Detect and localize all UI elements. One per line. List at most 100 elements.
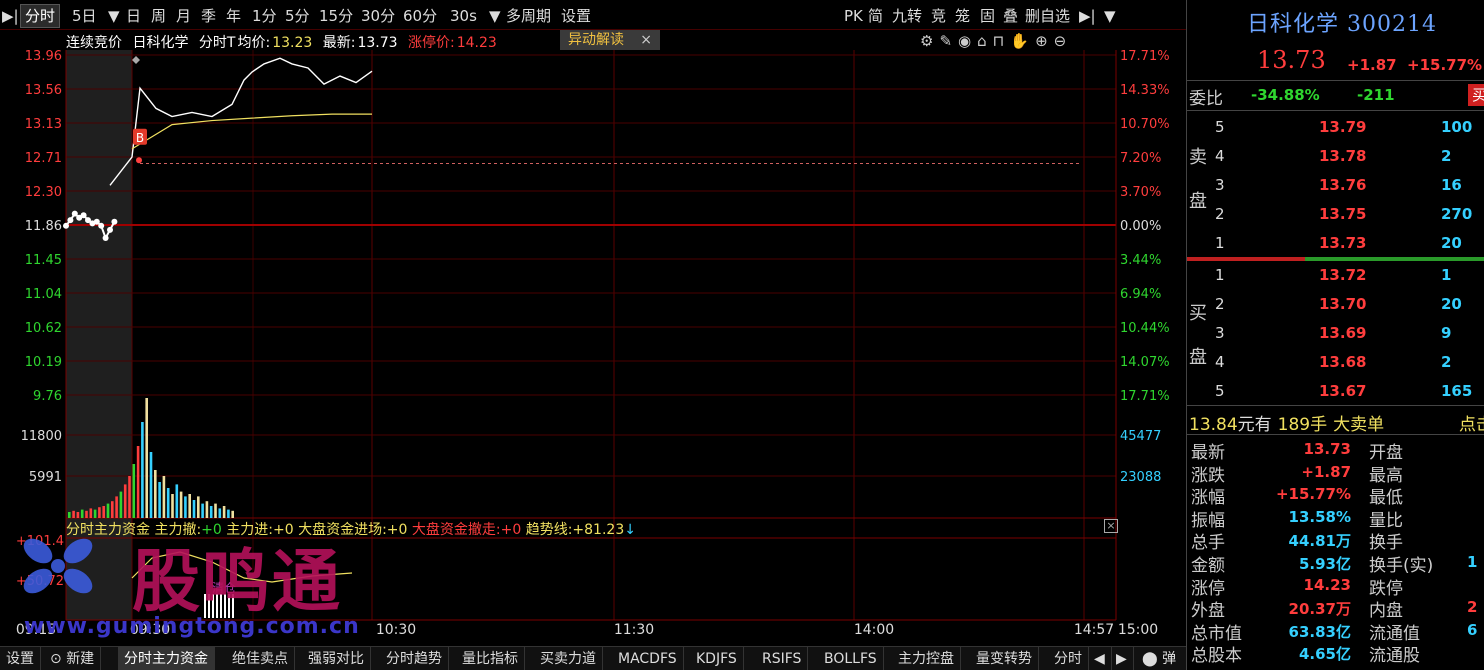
- pct-tick-label: 10.70%: [1120, 117, 1170, 132]
- stat-value: 20.37万: [1288, 600, 1351, 619]
- tab-60min[interactable]: 60分: [403, 6, 437, 26]
- bid-row[interactable]: 3 13.69 9: [1215, 324, 1484, 346]
- big-order-alert[interactable]: 13.84元有189手大卖单 点击: [1189, 410, 1484, 435]
- remove-watchlist-button[interactable]: 删自选: [1025, 6, 1070, 26]
- pct-tick-label: 6.94%: [1120, 287, 1161, 302]
- tab-weekly[interactable]: 周: [151, 6, 166, 26]
- stat-label-2: 最低: [1369, 488, 1403, 509]
- tab-rsifs[interactable]: RSIFS: [756, 647, 809, 670]
- series-label: 分时T: [198, 35, 236, 51]
- tab-30s[interactable]: 30s: [450, 6, 477, 26]
- dropdown-arrow-icon[interactable]: ▼: [108, 6, 120, 26]
- price-tick-label: 9.76: [33, 389, 62, 404]
- scroll-right-icon[interactable]: ▶: [1110, 647, 1134, 670]
- stat-label-2: 换手(实): [1369, 556, 1434, 576]
- tab-15min[interactable]: 15分: [319, 6, 353, 26]
- volume-bar: [106, 503, 110, 518]
- eye-icon[interactable]: ◉: [958, 32, 977, 50]
- stat-value: +1.87: [1301, 462, 1351, 481]
- pct-tick-label: 17.71%: [1120, 49, 1170, 64]
- tab-volume-reversal[interactable]: 量变转势: [970, 647, 1039, 670]
- gear-icon[interactable]: ⚙: [920, 32, 939, 50]
- price-tick-label: 11.45: [25, 253, 62, 268]
- ask-volume: 2: [1441, 147, 1452, 165]
- ask-row[interactable]: 3 13.76 16: [1215, 176, 1484, 198]
- tab-best-sell-point[interactable]: 绝佳卖点: [226, 647, 295, 670]
- stat-row: 涨跌 +1.87 最高: [1191, 461, 1484, 486]
- pct-tick-label: 7.20%: [1120, 151, 1161, 166]
- zoom-out-icon[interactable]: ⊖: [1054, 32, 1073, 50]
- tab-monthly[interactable]: 月: [176, 6, 191, 26]
- bid-row[interactable]: 5 13.67 165: [1215, 382, 1484, 404]
- collapse-right-icon[interactable]: ▶|: [1079, 6, 1096, 26]
- tab-settings[interactable]: 设置: [561, 6, 591, 26]
- bid-row[interactable]: 4 13.68 2: [1215, 353, 1484, 375]
- close-icon[interactable]: ×: [1104, 519, 1118, 533]
- scroll-left-icon[interactable]: ◀: [1088, 647, 1112, 670]
- stat-row: 总股本 4.65亿 流通股: [1191, 641, 1484, 666]
- tab-yearly[interactable]: 年: [226, 6, 241, 26]
- ask-row[interactable]: 2 13.75 270: [1215, 205, 1484, 227]
- stat-row: 总手 44.81万 换手: [1191, 528, 1484, 553]
- collapse-left-icon[interactable]: ▶|: [2, 6, 19, 26]
- tab-strength-compare[interactable]: 强弱对比: [302, 647, 371, 670]
- tab-volume-ratio[interactable]: 量比指标: [456, 647, 525, 670]
- cage-button[interactable]: 笼: [955, 6, 970, 26]
- tab-intraday-trend[interactable]: 分时趋势: [380, 647, 449, 670]
- bid-price: 13.69: [1319, 324, 1367, 342]
- bid-row[interactable]: 1 13.72 1: [1215, 266, 1484, 288]
- pin-button[interactable]: 固: [980, 6, 995, 26]
- down-arrow-icon: ↓: [624, 522, 636, 538]
- hand-icon[interactable]: ✋: [1010, 32, 1035, 50]
- stat-label-2: 量比: [1369, 510, 1403, 531]
- tab-intraday-more[interactable]: 分时: [1048, 647, 1089, 670]
- camera-icon[interactable]: ⌂: [977, 32, 993, 50]
- tab-new[interactable]: ⊙ 新建: [44, 647, 102, 670]
- zoom-in-icon[interactable]: ⊕: [1035, 32, 1054, 50]
- ask-row[interactable]: 4 13.78 2: [1215, 147, 1484, 169]
- nine-turn-button[interactable]: 九转: [892, 6, 922, 26]
- buy-button[interactable]: 买: [1468, 84, 1484, 106]
- tab-intraday[interactable]: 分时: [20, 4, 61, 28]
- close-icon[interactable]: ×: [640, 30, 652, 50]
- ask-row[interactable]: 1 13.73 20: [1215, 234, 1484, 256]
- tab-1min[interactable]: 1分: [252, 6, 277, 26]
- big-order-more[interactable]: 点击: [1459, 410, 1484, 435]
- tab-kdjfs[interactable]: KDJFS: [690, 647, 744, 670]
- dropdown-arrow-icon[interactable]: ▼: [1104, 6, 1116, 26]
- popup-toggle[interactable]: ⬤ 弹: [1136, 647, 1182, 670]
- time-tick-label: 11:30: [614, 622, 654, 638]
- simple-button[interactable]: 简: [868, 6, 883, 26]
- stock-change: +1.87 +15.77%: [1347, 56, 1482, 74]
- ask-volume: 20: [1441, 234, 1462, 252]
- tab-buy-sell-force[interactable]: 买卖力道: [534, 647, 603, 670]
- tab-5day[interactable]: 5日: [72, 6, 97, 26]
- tab-multi-period[interactable]: 多周期: [506, 6, 551, 26]
- bid-level: 4: [1215, 353, 1225, 371]
- pct-tick-label: 14.07%: [1120, 355, 1170, 370]
- tab-main-control[interactable]: 主力控盘: [892, 647, 961, 670]
- tab-daily[interactable]: 日: [126, 6, 141, 26]
- bid-volume: 1: [1441, 266, 1452, 284]
- ask-side-label: 卖盘: [1189, 147, 1207, 212]
- auction-point: [102, 234, 109, 241]
- bid-row[interactable]: 2 13.70 20: [1215, 295, 1484, 317]
- overlay-button[interactable]: 叠: [1003, 6, 1018, 26]
- volume-bar: [201, 503, 204, 518]
- tab-main-fund-flow[interactable]: 分时主力资金: [118, 647, 215, 670]
- pen-icon[interactable]: ✎: [939, 32, 958, 50]
- tab-quarterly[interactable]: 季: [201, 6, 216, 26]
- tab-bollfs[interactable]: BOLLFS: [818, 647, 884, 670]
- tab-indicator-settings[interactable]: 设置: [0, 647, 41, 670]
- tab-30min[interactable]: 30分: [361, 6, 395, 26]
- dropdown-arrow-icon[interactable]: ▼: [489, 6, 501, 26]
- anomaly-analysis-button[interactable]: 异动解读 ×: [560, 30, 660, 50]
- tab-5min[interactable]: 5分: [285, 6, 310, 26]
- lock-icon[interactable]: ⊓: [993, 32, 1011, 50]
- auction-button[interactable]: 竞: [931, 6, 946, 26]
- ask-row[interactable]: 5 13.79 100: [1215, 118, 1484, 140]
- tab-macdfs[interactable]: MACDFS: [612, 647, 684, 670]
- stat-value: 13.58%: [1288, 507, 1351, 526]
- pk-button[interactable]: PK: [844, 6, 863, 26]
- volume-bar: [197, 496, 200, 518]
